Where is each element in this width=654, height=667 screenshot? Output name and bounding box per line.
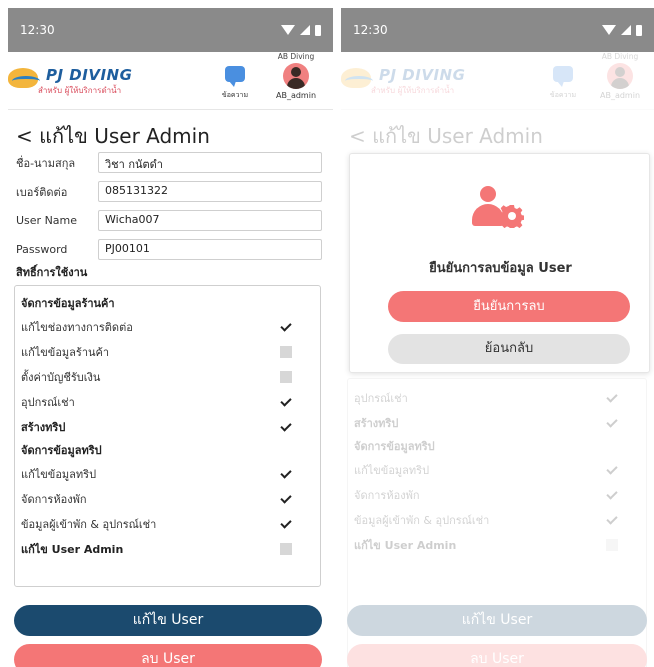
logo-wave-icon	[12, 76, 40, 86]
permission-item: จัดการห้องพัก	[21, 486, 320, 511]
checked-checkbox[interactable]	[280, 518, 292, 530]
password-label: Password	[16, 243, 68, 256]
avatar	[283, 63, 309, 89]
confirm-delete-button[interactable]: ยืนยันการลบ	[388, 291, 630, 322]
go-back-button[interactable]: ย้อนกลับ	[388, 334, 630, 364]
permission-item: แก้ไขข้อมูลทริป	[21, 461, 320, 486]
gear-icon	[500, 205, 524, 228]
username-field[interactable]: Wicha007	[98, 210, 322, 231]
edit-user-button[interactable]: แก้ไข User	[14, 605, 322, 636]
permission-label: ตั้งค่าบัญชีรับเงิน	[21, 370, 101, 384]
status-icons	[602, 24, 642, 36]
user-profile-button[interactable]: AB Diving AB_admin	[263, 52, 329, 108]
delete-confirm-dialog: ยืนยันการลบข้อมูล User ยืนยันการลบ ย้อนก…	[349, 153, 650, 373]
permission-group-heading: จัดการข้อมูลร้านค้า	[21, 292, 320, 314]
brand-logo[interactable]: PJ DIVING สำหรับ ผู้ให้บริการดำน้ำ	[8, 62, 148, 98]
permission-group-heading: จัดการข้อมูลทริป	[21, 439, 320, 461]
permission-label: ข้อมูลผู้เข้าพัก & อุปกรณ์เช่า	[21, 517, 157, 531]
permission-label: แก้ไขข้อมูลร้านค้า	[21, 345, 110, 359]
unchecked-checkbox[interactable]	[280, 542, 292, 555]
brand-name: PJ DIVING	[46, 66, 133, 84]
phone-label: เบอร์ติดต่อ	[16, 185, 68, 199]
permission-item: แก้ไข User Admin	[21, 536, 320, 561]
checked-checkbox[interactable]	[280, 321, 292, 333]
signal-icon	[300, 25, 310, 35]
permission-label: แก้ไขช่องทางการติดต่อ	[21, 320, 133, 334]
wifi-icon	[602, 25, 616, 35]
permission-item: สร้างทริป	[21, 414, 320, 439]
unchecked-checkbox[interactable]	[280, 370, 292, 383]
battery-icon	[315, 24, 321, 36]
permission-item: ข้อมูลผู้เข้าพัก & อุปกรณ์เช่า	[21, 511, 320, 536]
chat-icon	[225, 66, 245, 87]
status-bar: 12:30	[341, 8, 654, 52]
permission-item: อุปกรณ์เช่า	[21, 389, 320, 414]
unchecked-checkbox[interactable]	[280, 345, 292, 358]
status-icons	[281, 24, 321, 36]
phone-row: เบอร์ติดต่อ 085131322	[16, 181, 333, 202]
permission-label: จัดการข้อมูลร้านค้า	[21, 297, 115, 310]
permission-label: อุปกรณ์เช่า	[21, 395, 75, 409]
brand-tagline: สำหรับ ผู้ให้บริการดำน้ำ	[38, 86, 122, 95]
messages-label: ข้อความ	[221, 91, 249, 99]
status-bar: 12:30	[8, 8, 333, 52]
status-time: 12:30	[353, 23, 388, 37]
permission-item: ตั้งค่าบัญชีรับเงิน	[21, 364, 320, 389]
edit-admin-screen: 12:30 PJ DIVING สำหรับ ผู้ให้บริการดำน้ำ…	[8, 8, 333, 667]
dialog-title: ยืนยันการลบข้อมูล User	[429, 261, 572, 276]
permission-label: จัดการข้อมูลทริป	[21, 444, 102, 457]
permission-label: สร้างทริป	[21, 420, 66, 434]
fullname-field[interactable]: วิชา กนัตดำ	[98, 152, 322, 173]
page-title-back-link[interactable]: < แก้ไข User Admin	[16, 120, 333, 148]
checked-checkbox[interactable]	[280, 421, 292, 433]
phone-field[interactable]: 085131322	[98, 181, 322, 202]
messages-button[interactable]: ข้อความ	[213, 62, 257, 102]
checked-checkbox[interactable]	[280, 493, 292, 505]
app-header: PJ DIVING สำหรับ ผู้ให้บริการดำน้ำ ข้อคว…	[8, 52, 333, 110]
permissions-heading: สิทธิ์การใช้งาน	[16, 266, 88, 279]
permission-label: แก้ไขข้อมูลทริป	[21, 467, 97, 481]
username-row: User Name Wicha007	[16, 210, 333, 231]
user-settings-icon	[468, 186, 534, 234]
checked-checkbox[interactable]	[280, 468, 292, 480]
password-field[interactable]: PJ00101	[98, 239, 322, 260]
status-time: 12:30	[20, 23, 55, 37]
delete-user-button[interactable]: ลบ User	[14, 644, 322, 667]
fullname-row: ชื่อ-นามสกุล วิชา กนัตดำ	[16, 152, 333, 173]
permission-label: แก้ไข User Admin	[21, 542, 124, 556]
battery-icon	[636, 24, 642, 36]
signal-icon	[621, 25, 631, 35]
username-label: AB_admin	[275, 91, 317, 100]
permission-label: จัดการห้องพัก	[21, 492, 87, 506]
checked-checkbox[interactable]	[280, 396, 292, 408]
password-row: Password PJ00101	[16, 239, 333, 260]
permission-item: แก้ไขข้อมูลร้านค้า	[21, 339, 320, 364]
permissions-list: จัดการข้อมูลร้านค้าแก้ไขช่องทางการติดต่อ…	[14, 285, 321, 587]
wifi-icon	[281, 25, 295, 35]
permission-item: แก้ไขช่องทางการติดต่อ	[21, 314, 320, 339]
delete-confirm-screen: 12:30 PJ DIVING สำหรับ ผู้ให้บริการดำน้ำ…	[341, 8, 654, 667]
shop-name: AB Diving	[277, 52, 315, 61]
fullname-label: ชื่อ-นามสกุล	[16, 156, 76, 170]
username-field-label: User Name	[16, 214, 78, 227]
